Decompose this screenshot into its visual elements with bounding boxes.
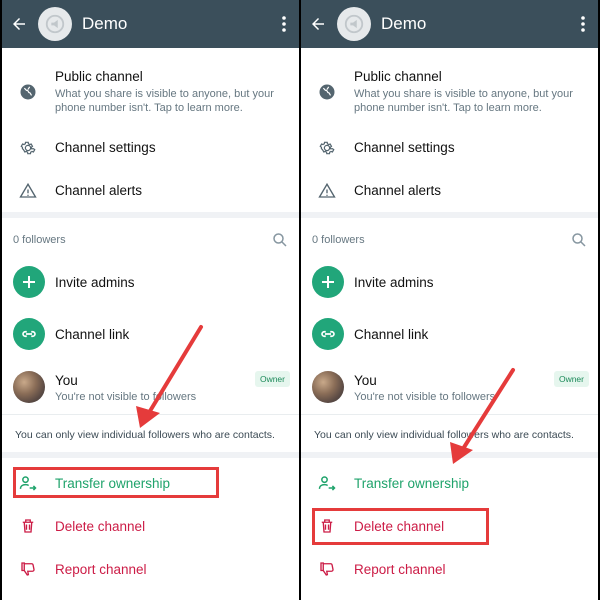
screen-delete-channel: Demo Public channel What you share is vi… [301,0,598,600]
annotation-arrow-icon [450,368,515,464]
annotation-arrow-icon [136,325,203,428]
screen-transfer-ownership: Demo Public channel What you share is vi… [2,0,299,600]
